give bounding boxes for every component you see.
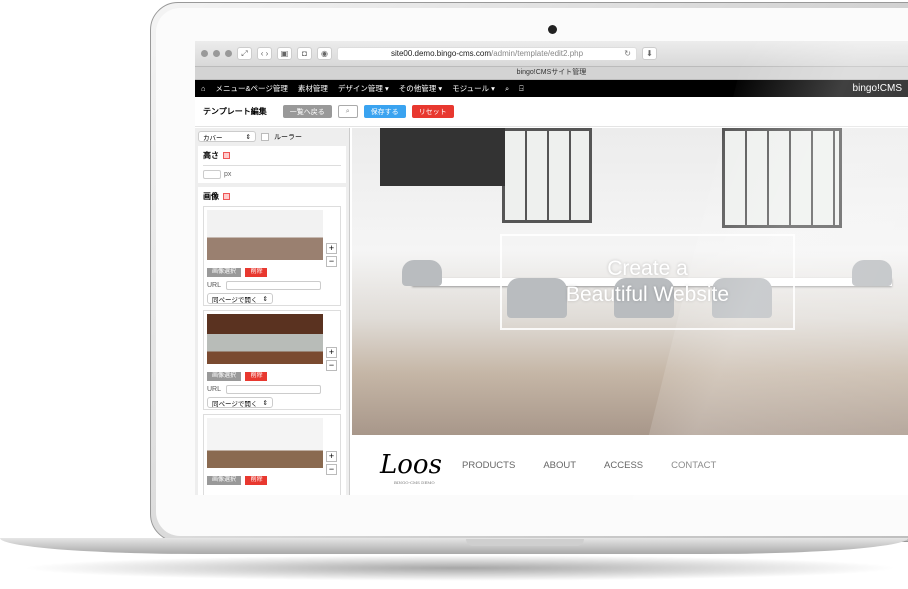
site-nav-contact[interactable]: CONTACT xyxy=(671,460,716,471)
sidebar: カバー ⇕ ルーラー 高さ px 画像 + − 画像選択 削除 URL 同ページで開… xyxy=(195,128,350,495)
logout-icon[interactable]: ⍈ xyxy=(519,84,524,94)
laptop-base xyxy=(0,538,908,554)
logo-text: Loos xyxy=(380,450,442,480)
image-thumbnail[interactable] xyxy=(207,418,323,468)
zoom-dot[interactable] xyxy=(225,50,232,57)
image-label: 画像 xyxy=(203,192,219,201)
help-icon[interactable] xyxy=(223,193,230,200)
image-panel: 画像 + − 画像選択 削除 URL 同ページで開く ⇕ + − 画像選択 削除 UR… xyxy=(198,187,346,495)
url-path: /admin/template/edit2.php xyxy=(490,49,584,58)
help-icon[interactable] xyxy=(223,152,230,159)
url-input[interactable] xyxy=(226,385,322,394)
image-card: + − 画像選択 削除 URL 同ページで開く ⇕ xyxy=(203,206,341,306)
url-input[interactable] xyxy=(226,281,322,290)
nav-item-assets[interactable]: 素材管理 xyxy=(298,83,328,94)
close-dot[interactable] xyxy=(201,50,208,57)
reader-icon[interactable]: ▣ xyxy=(277,47,292,60)
height-panel: 高さ px xyxy=(198,146,346,183)
reset-button[interactable]: リセット xyxy=(411,105,454,118)
hero-image: Create a Beautiful Website xyxy=(352,128,908,435)
page-title: テンプレート編集 xyxy=(203,107,267,116)
site-nav-products[interactable]: PRODUCTS xyxy=(462,460,515,471)
window-left xyxy=(502,128,592,223)
type-select[interactable]: カバー ⇕ xyxy=(198,131,256,142)
site-nav: Loos BINGO-CMS DEMO PRODUCTS ABOUT ACCESS… xyxy=(352,435,908,495)
link-target-select[interactable]: 同ページで開く ⇕ xyxy=(207,397,273,408)
select-image-button[interactable]: 画像選択 xyxy=(207,268,242,277)
brand: bingo!CMS xyxy=(852,83,902,94)
type-select-value: カバー xyxy=(203,134,223,142)
minus-icon[interactable]: − xyxy=(326,360,337,371)
reload-icon[interactable]: ↻ xyxy=(624,49,631,58)
browser-tab[interactable]: bingo!CMSサイト管理 xyxy=(195,66,908,80)
template-preview: Create a Beautiful Website Loos BINGO-CMS… xyxy=(352,128,908,495)
image-thumbnail[interactable] xyxy=(207,314,323,364)
plus-icon[interactable]: + xyxy=(326,451,337,462)
plus-icon[interactable]: + xyxy=(326,347,337,358)
url-label: URL xyxy=(207,282,222,289)
select-image-button[interactable]: 画像選択 xyxy=(207,476,242,485)
url-label: URL xyxy=(207,386,222,393)
laptop-shadow xyxy=(20,555,900,581)
page-toolbar: テンプレート編集 一覧へ戻る ⌕ 保存する リセット xyxy=(195,97,908,127)
image-card: + − 画像選択 削除 xyxy=(203,414,341,495)
select-image-button[interactable]: 画像選択 xyxy=(207,372,242,381)
nav-item-module[interactable]: モジュール ▾ xyxy=(452,83,495,94)
delete-button[interactable]: 削除 xyxy=(245,476,268,485)
image-thumbnail[interactable] xyxy=(207,210,323,260)
window-right xyxy=(722,128,842,228)
address-bar[interactable]: site00.demo.bingo-cms.com/admin/template… xyxy=(337,46,637,61)
extension-icon[interactable]: ◉ xyxy=(317,47,332,60)
laptop-notch xyxy=(466,539,584,546)
fullscreen-icon[interactable]: ⤢ xyxy=(237,47,252,60)
chair xyxy=(402,260,442,286)
link-target-value: 同ページで開く xyxy=(212,400,258,408)
url-host: site00.demo.bingo-cms.com xyxy=(390,49,491,58)
hero-line-1: Create a xyxy=(607,257,688,280)
site-logo[interactable]: Loos BINGO-CMS DEMO xyxy=(380,450,462,485)
nav-item-other[interactable]: その他管理 ▾ xyxy=(399,83,442,94)
save-button[interactable]: 保存する xyxy=(363,105,406,118)
site-nav-access[interactable]: ACCESS xyxy=(604,460,643,471)
delete-button[interactable]: 削除 xyxy=(245,268,268,277)
download-icon[interactable]: ⬇ xyxy=(642,47,657,60)
admin-nav: ⌂ メニュー&ページ管理 素材管理 デザイン管理 ▾ その他管理 ▾ モジュール… xyxy=(195,80,908,97)
link-target-select[interactable]: 同ページで開く ⇕ xyxy=(207,293,273,304)
ruler-label: ルーラー xyxy=(274,133,302,141)
plus-icon[interactable]: + xyxy=(326,243,337,254)
minus-icon[interactable]: − xyxy=(326,256,337,267)
chair xyxy=(852,260,892,286)
zoom-search-button[interactable]: ⌕ xyxy=(337,105,358,118)
height-label: 高さ xyxy=(203,151,219,160)
pocket-icon[interactable]: ◘ xyxy=(297,47,312,60)
minus-icon[interactable]: − xyxy=(326,464,337,475)
delete-button[interactable]: 削除 xyxy=(245,372,268,381)
hero-caption-box: Create a Beautiful Website xyxy=(500,234,795,330)
logo-subtext: BINGO-CMS DEMO xyxy=(394,480,435,485)
ruler-checkbox[interactable] xyxy=(261,132,269,141)
image-card: + − 画像選択 削除 URL 同ページで開く ⇕ xyxy=(203,310,341,410)
back-icon[interactable]: ‹ › xyxy=(257,47,272,60)
nav-item-menu-page[interactable]: メニュー&ページ管理 xyxy=(216,83,288,94)
camera-icon xyxy=(548,25,557,34)
link-target-value: 同ページで開く xyxy=(212,296,258,304)
back-to-list-button[interactable]: 一覧へ戻る xyxy=(282,105,332,118)
screen: ⤢ ‹ › ▣ ◘ ◉ site00.demo.bingo-cms.com/ad… xyxy=(195,41,908,495)
height-unit: px xyxy=(224,171,232,178)
home-icon[interactable]: ⌂ xyxy=(201,84,206,93)
nav-item-design[interactable]: デザイン管理 ▾ xyxy=(338,83,389,94)
tv xyxy=(380,128,505,186)
site-nav-about[interactable]: ABOUT xyxy=(543,460,576,471)
search-icon[interactable]: ⌕ xyxy=(505,84,509,94)
browser-toolbar: ⤢ ‹ › ▣ ◘ ◉ site00.demo.bingo-cms.com/ad… xyxy=(195,41,908,66)
height-input[interactable] xyxy=(203,170,221,179)
hero-line-2: Beautiful Website xyxy=(565,283,730,306)
minimize-dot[interactable] xyxy=(213,50,220,57)
